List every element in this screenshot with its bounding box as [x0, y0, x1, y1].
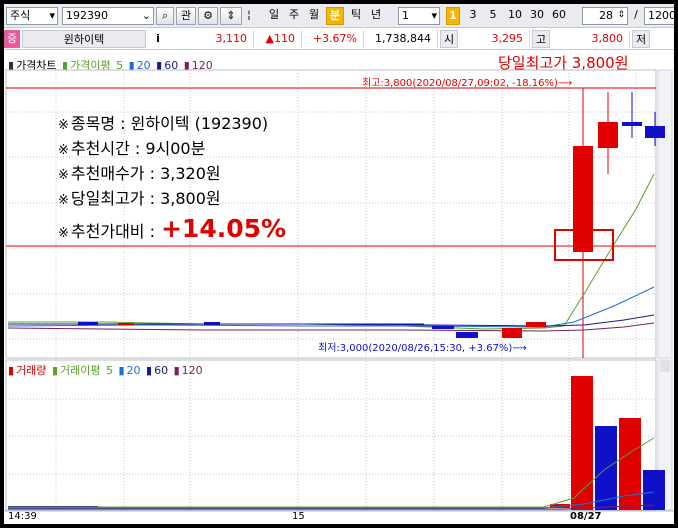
note-mark: ※	[58, 226, 69, 241]
info-stock-name: 종목명 : 윈하이텍 (192390)	[70, 114, 269, 133]
volume-bar-0903[interactable]	[643, 470, 665, 510]
x-label-1439: 14:39	[8, 511, 37, 522]
note-mark: ※	[58, 143, 69, 158]
info-line-time: ※ 추천시간 : 9시00분	[58, 135, 205, 159]
info-line-buy-price: ※ 추천매수가 : 3,320원	[58, 160, 221, 184]
low-marker-label: 최저:3,000(2020/08/26,15:30, +3.67%)⟶	[318, 343, 527, 354]
info-line-day-high: ※ 당일최고가 : 3,800원	[58, 185, 221, 209]
volume-legend-ma5: 5	[105, 364, 113, 377]
candle-0827-0900[interactable]	[573, 146, 593, 252]
price-ma20-line	[7, 286, 655, 328]
info-line-name: ※ 종목명 : 윈하이텍 (192390)	[58, 110, 268, 134]
volume-legend-ma120: 120	[181, 364, 203, 377]
x-label-0827: 08/27	[570, 511, 602, 522]
price-scrollbar[interactable]	[657, 69, 673, 359]
info-recommend-time: 추천시간 : 9시00분	[70, 139, 206, 158]
x-label-15: 15	[292, 511, 305, 522]
volume-bars	[8, 376, 665, 510]
info-ratio-label: 추천가대비 :	[70, 222, 155, 241]
volume-legend-ma60: 60	[154, 364, 169, 377]
candle-0827-0903[interactable]	[645, 126, 665, 138]
volume-bar-0901[interactable]	[595, 426, 617, 510]
info-ratio-value: +14.05%	[160, 214, 287, 243]
chart-window: 주식 ▾ 192390 ⌄ ⌕ 관 ⚙ ⇕ ¦ 일 주 월 분 틱 년 1 ▾ 1 3…	[4, 4, 674, 524]
volume-legend: ▮ 거래량 ▮ 거래이평 5 ▮ 20 ▮ 60 ▮ 120	[8, 364, 203, 377]
volume-ma5-line	[8, 437, 655, 508]
legend-marker-icon: ▮	[8, 364, 15, 377]
note-mark: ※	[58, 193, 69, 208]
chart-canvas[interactable]	[4, 4, 674, 524]
note-mark: ※	[58, 168, 69, 183]
note-mark: ※	[58, 118, 69, 133]
info-day-high: 당일최고가 : 3,800원	[70, 189, 221, 208]
volume-legend-ma20: 20	[126, 364, 141, 377]
candle-0827-0902[interactable]	[622, 122, 642, 126]
info-buy-price: 추천매수가 : 3,320원	[70, 164, 221, 183]
volume-legend-title[interactable]: 거래량	[16, 364, 46, 377]
volume-panel-frame	[5, 359, 657, 511]
candle-0827-0901[interactable]	[598, 122, 618, 148]
info-line-ratio: ※ 추천가대비 : +14.05%	[58, 214, 286, 243]
volume-scroll-thumb[interactable]	[660, 360, 670, 372]
volume-legend-ma[interactable]: 거래이평	[60, 364, 100, 377]
